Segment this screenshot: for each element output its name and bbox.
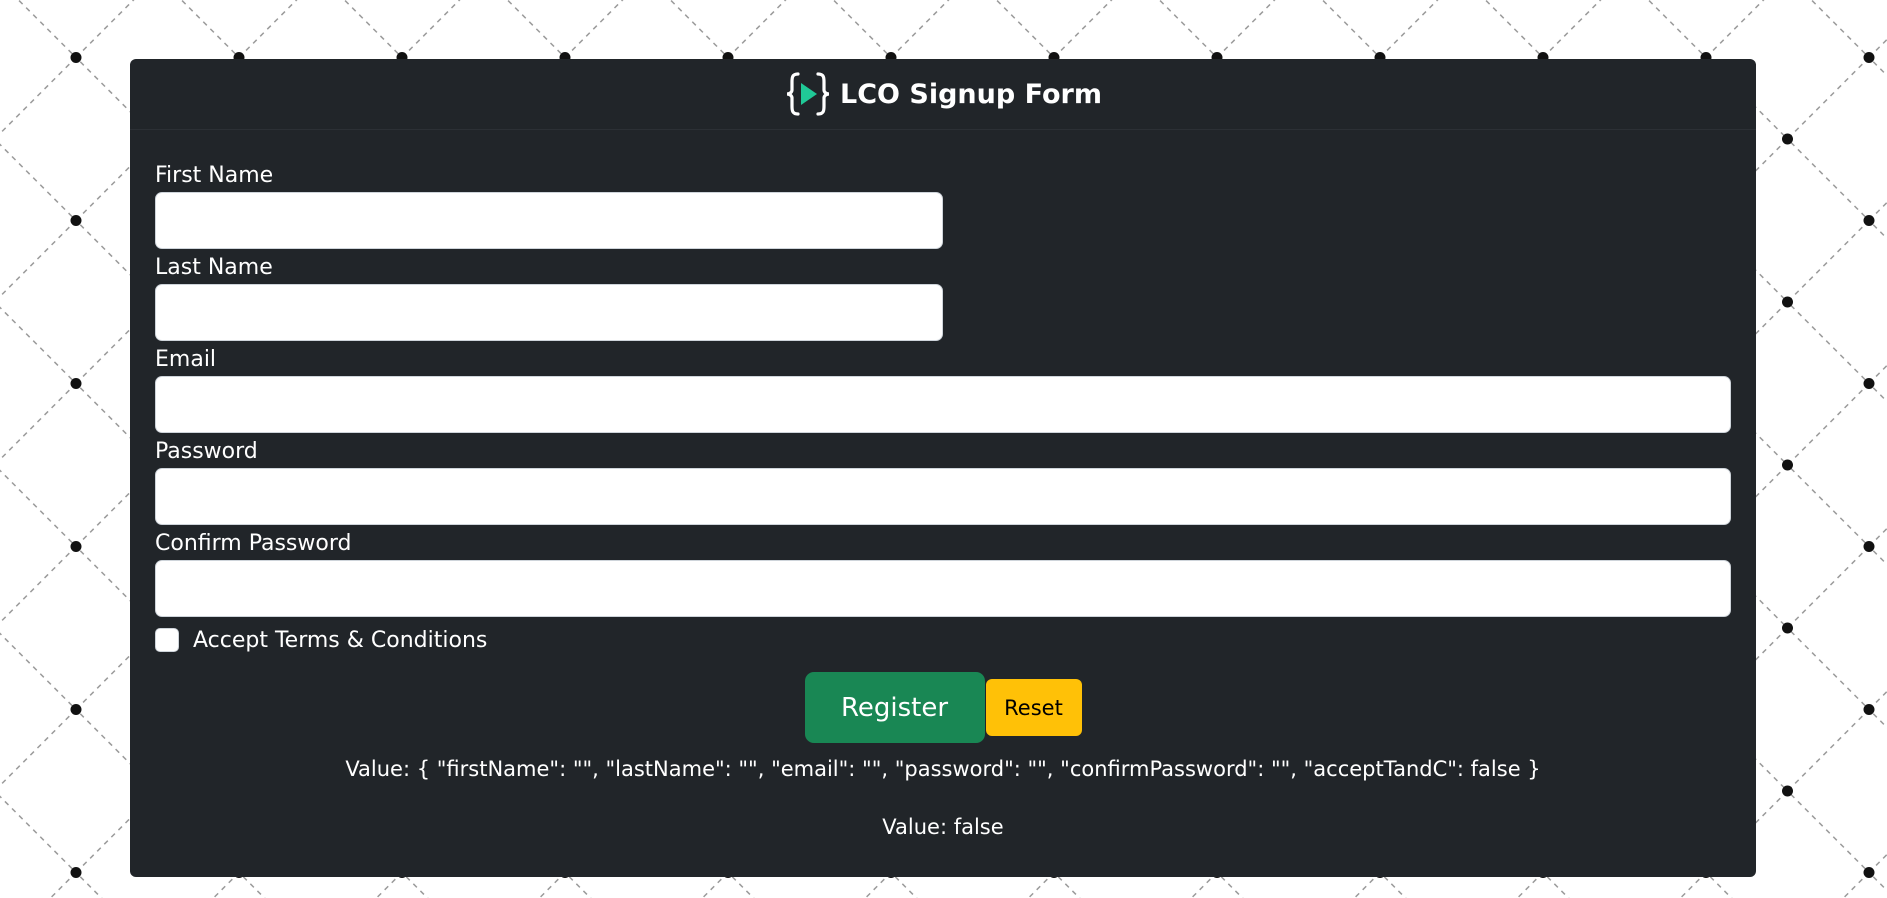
- email-label: Email: [155, 347, 217, 372]
- reset-button[interactable]: Reset: [985, 679, 1082, 736]
- first-name-label: First Name: [155, 163, 274, 188]
- last-name-label: Last Name: [155, 255, 273, 280]
- brand: LCO Signup Form: [784, 70, 1102, 118]
- password-label: Password: [155, 439, 258, 464]
- page-title: LCO Signup Form: [840, 78, 1102, 110]
- first-name-input[interactable]: [155, 192, 943, 249]
- button-row: Register Reset: [130, 672, 1756, 743]
- signup-form: First Name Last Name Email Password Conf…: [130, 130, 1756, 839]
- last-name-input[interactable]: [155, 284, 943, 341]
- card-header: LCO Signup Form: [130, 59, 1756, 130]
- form-valid-output: Value: false: [882, 815, 1004, 839]
- signup-card: LCO Signup Form First Name Last Name Ema…: [130, 59, 1756, 877]
- email-input[interactable]: [155, 376, 1731, 433]
- password-input[interactable]: [155, 468, 1731, 525]
- confirm-password-label: Confirm Password: [155, 531, 352, 556]
- accept-terms-row: Accept Terms & Conditions: [155, 622, 1731, 658]
- accept-terms-checkbox[interactable]: [155, 628, 179, 652]
- form-value-output: Value: { "firstName": "", "lastName": ""…: [345, 757, 1541, 781]
- code-play-icon: [786, 72, 830, 116]
- register-button[interactable]: Register: [804, 672, 985, 743]
- accept-terms-label[interactable]: Accept Terms & Conditions: [193, 628, 487, 653]
- confirm-password-input[interactable]: [155, 560, 1731, 617]
